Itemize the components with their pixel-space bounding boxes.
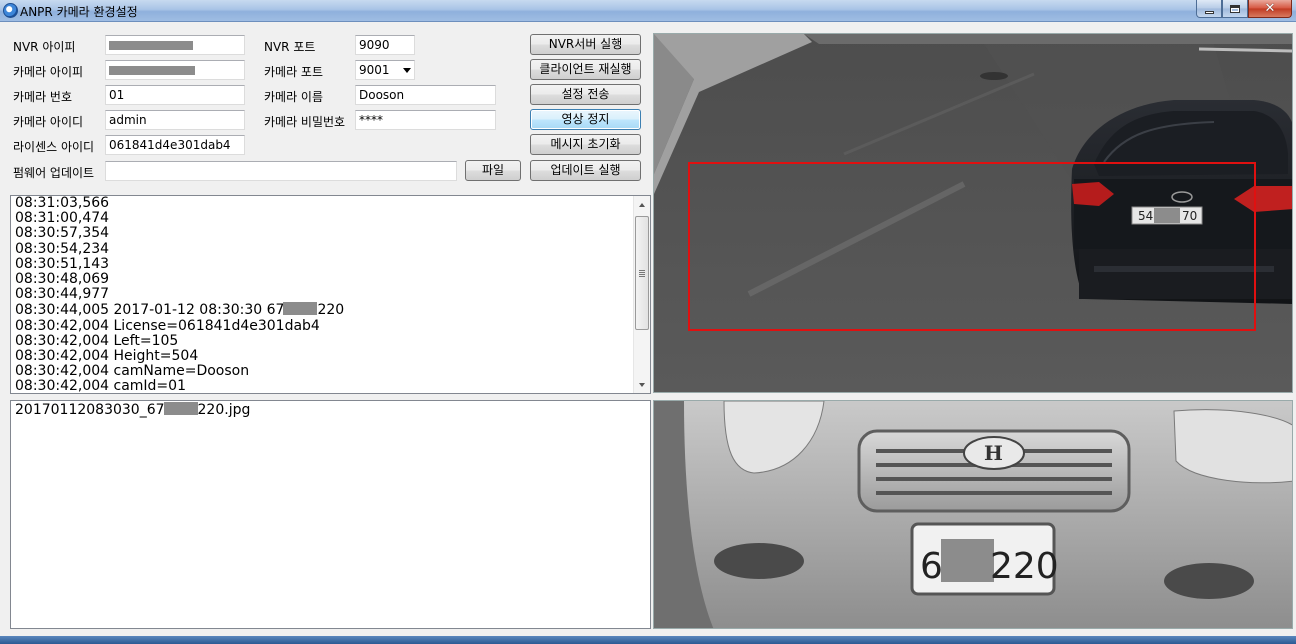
- camera-name-label: 카메라 이름: [264, 90, 324, 104]
- redacted-ip: [109, 41, 193, 50]
- firmware-update-label: 펌웨어 업데이트: [13, 166, 95, 180]
- log-line: 08:30:48,069: [15, 271, 110, 288]
- log-line-text: 08:30:44,005 2017-01-12 08:30:30 67: [15, 302, 285, 319]
- license-id-field[interactable]: 061841d4e301dab4: [105, 135, 245, 155]
- log-scrollbar[interactable]: [633, 196, 650, 393]
- nvr-port-field[interactable]: 9090: [355, 35, 415, 55]
- reset-message-button[interactable]: 메시지 초기화: [530, 134, 641, 155]
- nvr-ip-field[interactable]: [105, 35, 245, 55]
- scroll-up-button[interactable]: [634, 196, 650, 213]
- camera-id-field[interactable]: admin: [105, 110, 245, 130]
- camera-plate-left: 54: [1138, 209, 1153, 223]
- log-line: 08:30:51,143: [15, 255, 110, 272]
- arrow-up-icon: [639, 202, 645, 207]
- camera-password-label: 카메라 비밀번호: [264, 115, 346, 129]
- scroll-down-button[interactable]: [634, 376, 650, 393]
- log-line: 08:31:03,566: [15, 195, 110, 211]
- minimize-button[interactable]: [1196, 0, 1222, 18]
- window-controls: ✕: [1196, 0, 1292, 18]
- camera-ip-label: 카메라 아이피: [13, 65, 84, 79]
- file-name-prefix: 20170112083030_67: [15, 402, 165, 418]
- window-bottom-border: [0, 636, 1296, 644]
- close-icon: ✕: [1264, 1, 1276, 16]
- file-name-suffix: 220.jpg: [197, 402, 251, 418]
- log-line: 08:30:42,004 Left=105: [15, 332, 179, 349]
- grip-icon: [639, 269, 645, 277]
- maximize-icon: [1230, 4, 1240, 13]
- firmware-path-field[interactable]: [105, 161, 457, 181]
- camera-password-field[interactable]: ****: [355, 110, 496, 130]
- chevron-down-icon: [403, 68, 411, 73]
- camera-frame-image: 54 70: [654, 34, 1292, 392]
- log-line-suffix: 220: [317, 302, 345, 319]
- live-camera-view: 54 70: [653, 33, 1293, 393]
- snapshot-image: H 67 220: [654, 401, 1292, 628]
- redacted-plate: [163, 402, 198, 415]
- nvr-server-run-button[interactable]: NVR서버 실행: [530, 34, 641, 55]
- camera-port-value: 9001: [359, 63, 390, 77]
- maximize-button[interactable]: [1222, 0, 1248, 18]
- license-id-label: 라이센스 아이디: [13, 140, 95, 154]
- log-line: 08:30:42,004 License=061841d4e301dab4: [15, 317, 320, 334]
- minimize-icon: [1204, 10, 1214, 14]
- log-line: 08:30:42,004 camId=01: [15, 378, 186, 394]
- camera-ip-field[interactable]: [105, 60, 245, 80]
- camera-id-label: 카메라 아이디: [13, 115, 84, 129]
- run-update-button[interactable]: 업데이트 실행: [530, 160, 641, 181]
- log-line: 08:30:57,354: [15, 225, 110, 242]
- snapshot-plate-right: 220: [990, 546, 1059, 587]
- settings-window: NVR 아이피 카메라 아이피 카메라 번호 01 카메라 아이디 admin …: [0, 22, 1296, 636]
- redacted-ip: [109, 66, 195, 75]
- camera-name-field[interactable]: Dooson: [355, 85, 496, 105]
- list-item[interactable]: 20170112083030_67 220.jpg: [11, 401, 650, 419]
- redacted-plate: [283, 302, 318, 316]
- log-line: 08:30:44,005 2017-01-12 08:30:30 67 220: [11, 302, 650, 318]
- scroll-thumb[interactable]: [635, 216, 649, 330]
- arrow-down-icon: [639, 382, 645, 387]
- camera-port-label: 카메라 포트: [264, 65, 324, 79]
- window-title: ANPR 카메라 환경설정: [20, 5, 138, 19]
- file-browse-button[interactable]: 파일: [465, 160, 521, 181]
- log-list[interactable]: 08:31:03,566 08:31:00,474 08:30:57,354 0…: [10, 195, 651, 394]
- log-line: 08:30:42,004 camName=Dooson: [15, 363, 250, 380]
- camera-port-select[interactable]: 9001: [355, 60, 415, 80]
- nvr-port-label: NVR 포트: [264, 40, 316, 54]
- camera-number-label: 카메라 번호: [13, 90, 73, 104]
- send-settings-button[interactable]: 설정 전송: [530, 84, 641, 105]
- stop-video-button[interactable]: 영상 정지: [530, 109, 641, 130]
- log-line: 08:31:00,474: [15, 210, 110, 227]
- image-file-list[interactable]: 20170112083030_67 220.jpg: [10, 400, 651, 629]
- log-line: 08:30:44,977: [15, 286, 110, 303]
- log-lines: 08:31:03,566 08:31:00,474 08:30:57,354 0…: [11, 195, 650, 394]
- camera-plate-right: 70: [1182, 209, 1197, 223]
- client-restart-button[interactable]: 클라이언트 재실행: [530, 59, 641, 80]
- close-button[interactable]: ✕: [1248, 0, 1292, 18]
- camera-number-field[interactable]: 01: [105, 85, 245, 105]
- title-bar[interactable]: ANPR 카메라 환경설정 ✕: [0, 0, 1296, 22]
- svg-text:H: H: [984, 441, 1003, 465]
- log-line: 08:30:54,234: [15, 240, 110, 257]
- plate-snapshot-view: H 67 220: [653, 400, 1293, 629]
- log-line: 08:30:42,004 Height=504: [15, 348, 199, 365]
- redacted-plate: [941, 539, 994, 582]
- nvr-ip-label: NVR 아이피: [13, 40, 76, 54]
- app-icon: [3, 3, 18, 18]
